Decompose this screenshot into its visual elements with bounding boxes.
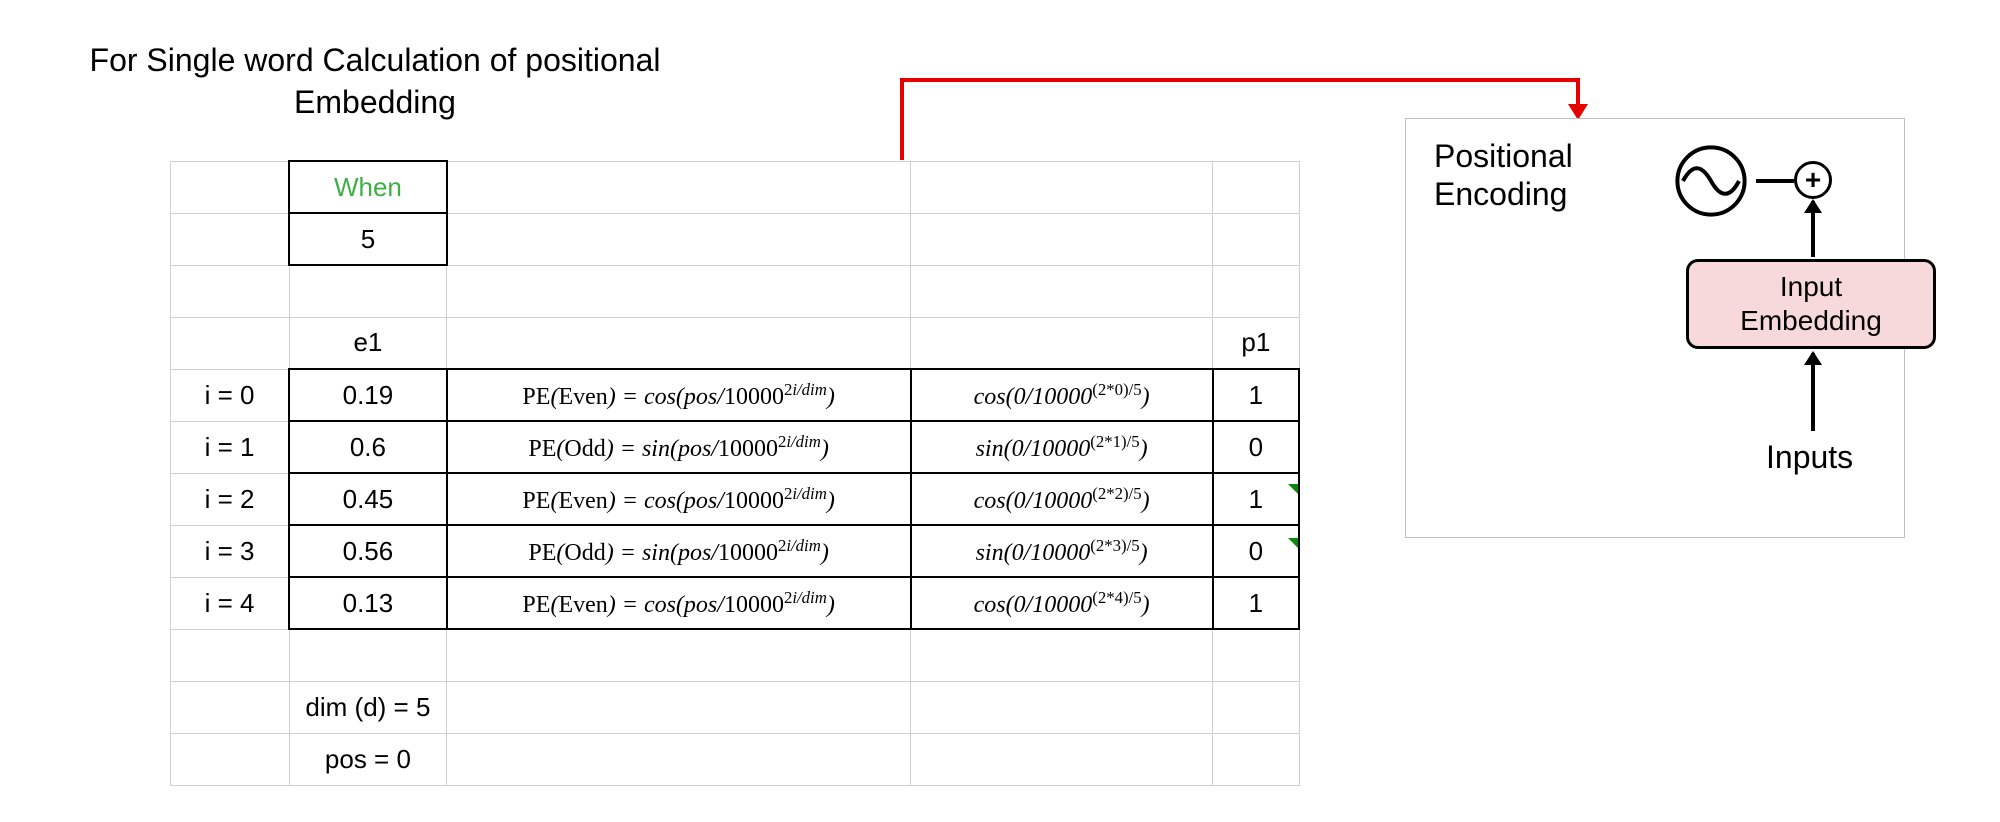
pos-footer: pos = 0 bbox=[289, 733, 447, 785]
title-line1: For Single word Calculation of positiona… bbox=[90, 42, 661, 78]
table-row: i = 4 0.13 PE(Even) = cos(pos/100002i/di… bbox=[171, 577, 1300, 629]
p-cell: 1 bbox=[1213, 473, 1299, 525]
word-dim-cell: 5 bbox=[289, 213, 447, 265]
e-cell: 0.56 bbox=[289, 525, 447, 577]
p-cell: 0 bbox=[1213, 421, 1299, 473]
pe-formula-even: PE(Even) = cos(pos/100002i/dim) bbox=[447, 369, 911, 421]
table-row: i = 3 0.56 PE(Odd) = sin(pos/100002i/dim… bbox=[171, 525, 1300, 577]
table-row: i = 2 0.45 PE(Even) = cos(pos/100002i/di… bbox=[171, 473, 1300, 525]
input-embedding-box: Input Embedding bbox=[1686, 259, 1936, 349]
arrow-up-icon bbox=[1811, 353, 1815, 431]
table-row: i = 0 0.19 PE(Even) = cos(pos/100002i/di… bbox=[171, 369, 1300, 421]
i-cell: i = 4 bbox=[171, 577, 290, 629]
title-line2: Embedding bbox=[294, 84, 456, 120]
pe-formula-odd: PE(Odd) = sin(pos/100002i/dim) bbox=[447, 421, 911, 473]
sine-wave-icon bbox=[1666, 141, 1756, 221]
e1-header: e1 bbox=[289, 317, 447, 369]
pe-sub: cos(0/10000(2*2)/5) bbox=[911, 473, 1213, 525]
pe-sub: sin(0/10000(2*3)/5) bbox=[911, 525, 1213, 577]
diagram-title: For Single word Calculation of positiona… bbox=[55, 40, 695, 123]
pe-formula-even: PE(Even) = cos(pos/100002i/dim) bbox=[447, 473, 911, 525]
inputs-label: Inputs bbox=[1766, 439, 1853, 476]
pe-sub: sin(0/10000(2*1)/5) bbox=[911, 421, 1213, 473]
pe-sub: cos(0/10000(2*0)/5) bbox=[911, 369, 1213, 421]
pe-formula-odd: PE(Odd) = sin(pos/100002i/dim) bbox=[447, 525, 911, 577]
p-cell: 0 bbox=[1213, 525, 1299, 577]
dim-footer: dim (d) = 5 bbox=[289, 681, 447, 733]
connector-line bbox=[900, 78, 904, 160]
e-cell: 0.13 bbox=[289, 577, 447, 629]
pe-sub: cos(0/10000(2*4)/5) bbox=[911, 577, 1213, 629]
e-cell: 0.45 bbox=[289, 473, 447, 525]
i-cell: i = 1 bbox=[171, 421, 290, 473]
positional-encoding-panel: Positional Encoding + Input Embedding In… bbox=[1405, 118, 1905, 538]
i-cell: i = 3 bbox=[171, 525, 290, 577]
i-cell: i = 0 bbox=[171, 369, 290, 421]
p1-header: p1 bbox=[1213, 317, 1299, 369]
positional-encoding-label: Positional Encoding bbox=[1434, 137, 1573, 214]
p-cell: 1 bbox=[1213, 577, 1299, 629]
e-cell: 0.6 bbox=[289, 421, 447, 473]
p-cell: 1 bbox=[1213, 369, 1299, 421]
i-cell: i = 2 bbox=[171, 473, 290, 525]
table-row: i = 1 0.6 PE(Odd) = sin(pos/100002i/dim)… bbox=[171, 421, 1300, 473]
cell-marker-icon bbox=[1288, 538, 1298, 548]
arrow-up-icon bbox=[1811, 201, 1815, 257]
connector-line bbox=[900, 78, 1580, 82]
cell-marker-icon bbox=[1288, 484, 1298, 494]
pe-table: When 5 e1 p1 i = 0 0.19 PE(Even) = cos(p… bbox=[170, 160, 1300, 786]
pe-formula-even: PE(Even) = cos(pos/100002i/dim) bbox=[447, 577, 911, 629]
connector-line bbox=[1756, 179, 1794, 183]
word-cell: When bbox=[289, 161, 447, 213]
add-operator-icon: + bbox=[1794, 161, 1832, 199]
e-cell: 0.19 bbox=[289, 369, 447, 421]
